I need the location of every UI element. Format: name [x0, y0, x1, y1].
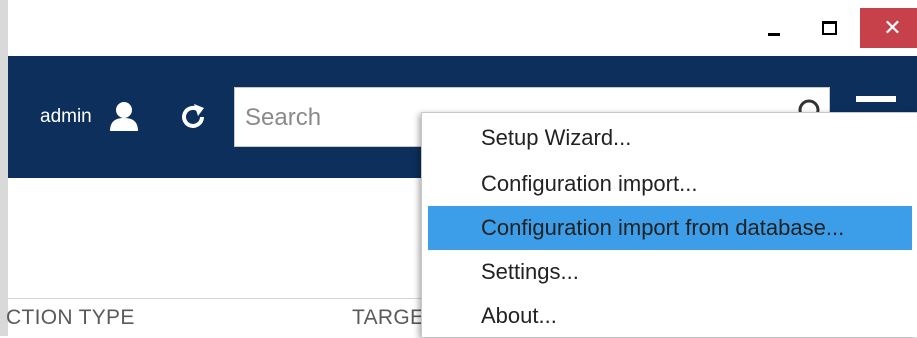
- title-bar: ✕: [8, 0, 917, 56]
- menu-item-settings[interactable]: Settings...: [428, 250, 912, 294]
- minimize-icon: [768, 32, 780, 36]
- menu-item-about[interactable]: About...: [428, 294, 912, 338]
- close-button[interactable]: ✕: [860, 8, 917, 48]
- table-header-divider: [8, 298, 428, 299]
- column-header-target[interactable]: TARGE: [352, 306, 424, 330]
- window-left-edge: [0, 0, 8, 336]
- user-icon[interactable]: [108, 100, 140, 132]
- maximize-button[interactable]: [807, 8, 851, 48]
- main-menu-dropdown: Setup Wizard... Configuration import... …: [421, 112, 917, 337]
- hamburger-menu-icon[interactable]: [856, 96, 896, 110]
- minimize-button[interactable]: [752, 8, 796, 48]
- menu-item-configuration-import[interactable]: Configuration import...: [428, 162, 912, 206]
- maximize-icon: [821, 21, 837, 35]
- column-header-action-type[interactable]: CTION TYPE: [6, 306, 135, 330]
- close-icon: ✕: [883, 15, 902, 41]
- menu-item-configuration-import-from-database[interactable]: Configuration import from database...: [428, 206, 912, 250]
- refresh-icon[interactable]: [178, 102, 208, 132]
- menu-item-setup-wizard[interactable]: Setup Wizard...: [428, 116, 912, 160]
- user-name-label[interactable]: admin: [40, 106, 92, 128]
